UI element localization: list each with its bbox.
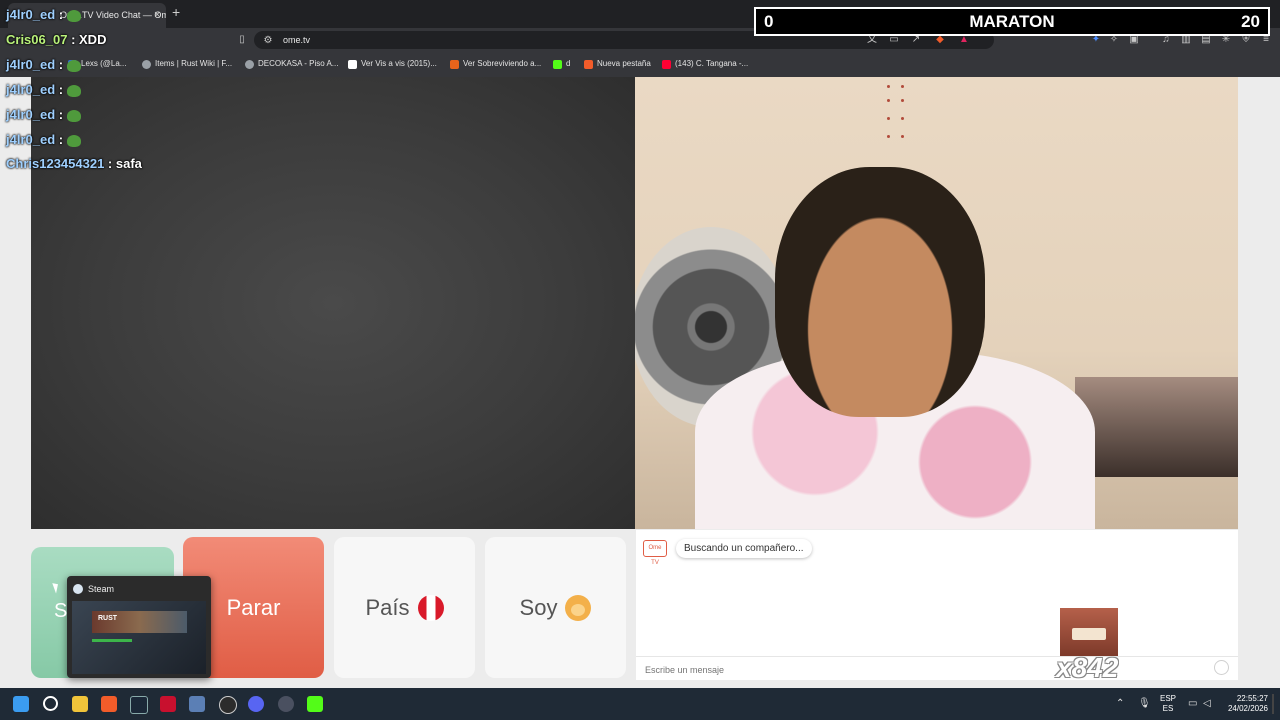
clock[interactable]: 22:55:27 24/02/2026 [1226,694,1268,714]
stream-chat-line: j4lr0_ed : [6,7,81,22]
stream-chat-line: j4lr0_ed : [6,57,81,72]
stream-chat-line: Chris123454321 : safa [6,156,142,171]
volume-icon[interactable]: ◁ [1203,698,1211,709]
brave-browser-icon[interactable] [101,696,117,712]
pepe-emote-icon [66,134,81,147]
site-info-icon[interactable]: ⚙ [262,35,274,47]
microphone-icon[interactable]: 🎙 [1138,698,1151,709]
show-desktop-button[interactable] [1272,694,1274,714]
woman-emoji-icon [565,594,592,621]
bookmark-item[interactable]: d [553,57,570,71]
bookmark-item[interactable]: Items | Rust Wiki | F... [142,57,232,71]
tab-close-icon[interactable]: × [154,3,160,28]
bookmark-item[interactable]: (143) C. Tangana -... [662,57,748,71]
bookmark-icon[interactable]: ▯ [236,34,248,46]
combo-counter: x842 [1056,652,1119,683]
steam-taskbar-icon[interactable] [130,696,148,714]
pepe-emote-icon [66,9,81,22]
globe-icon [245,59,254,69]
youtube-icon [662,59,671,69]
kick-icon [553,59,562,69]
steam-window-preview[interactable]: RUST [72,601,206,674]
p-icon [348,59,357,69]
app-icon[interactable] [160,696,176,712]
search-icon[interactable] [43,696,58,711]
video-site-icon [450,59,459,69]
person-head [775,167,985,417]
language-indicator[interactable]: ESP ES [1160,694,1176,714]
stream-chat-line: j4lr0_ed : [6,132,81,147]
laughing-emote-icon [1060,608,1118,656]
scoreboard-title: MARATON [969,12,1055,31]
calculator-icon[interactable] [189,696,205,712]
pepe-emote-icon [66,109,81,122]
scoreboard: 0 MARATON 20 [754,7,1270,36]
partner-video [31,77,635,529]
ometv-logo-icon: Ome TV [643,540,667,566]
tray-chevron-icon[interactable]: ⌃ [1116,698,1124,709]
bookmark-item[interactable]: Ver Sobreviviendo a... [450,57,541,71]
windows-start-icon[interactable] [13,696,29,712]
status-message: Buscando un compañero... [676,539,812,558]
globe-icon [142,59,151,69]
stream-chat-line: j4lr0_ed : [6,107,81,122]
bookmark-item[interactable]: DECOKASA - Piso A... [245,57,338,71]
start-button-label: S [54,600,68,622]
app-icon[interactable] [278,696,294,712]
score-right: 20 [1241,12,1260,31]
bookmark-item[interactable]: Nueva pestaña [584,57,651,71]
bookmark-item[interactable]: Ver Vis a vis (2015)... [348,57,437,71]
emoji-icon[interactable] [1214,660,1229,675]
network-icon[interactable]: ▭ [1188,698,1197,709]
steam-popup-title: Steam [88,584,115,594]
brave-icon [584,59,593,69]
kick-taskbar-icon[interactable] [307,696,323,712]
self-video [635,77,1238,529]
steam-icon [73,584,83,594]
play-bar [92,639,132,642]
url-text[interactable]: ome.tv [283,33,310,47]
gender-button[interactable]: Soy [485,537,626,678]
rust-logo: RUST [98,615,118,622]
shelf [1075,377,1238,477]
peru-flag-icon [417,594,444,621]
file-explorer-icon[interactable] [72,696,88,712]
pepe-emote-icon [66,84,81,97]
stream-chat-line: j4lr0_ed : [6,82,81,97]
divider [636,656,1238,657]
country-button[interactable]: País [334,537,475,678]
pepe-emote-icon [66,59,81,72]
discord-icon[interactable] [248,696,264,712]
obs-icon[interactable] [219,696,237,714]
new-tab-button[interactable]: + [172,4,180,20]
stream-chat-line: Cris06_07 : XDD [6,32,107,47]
